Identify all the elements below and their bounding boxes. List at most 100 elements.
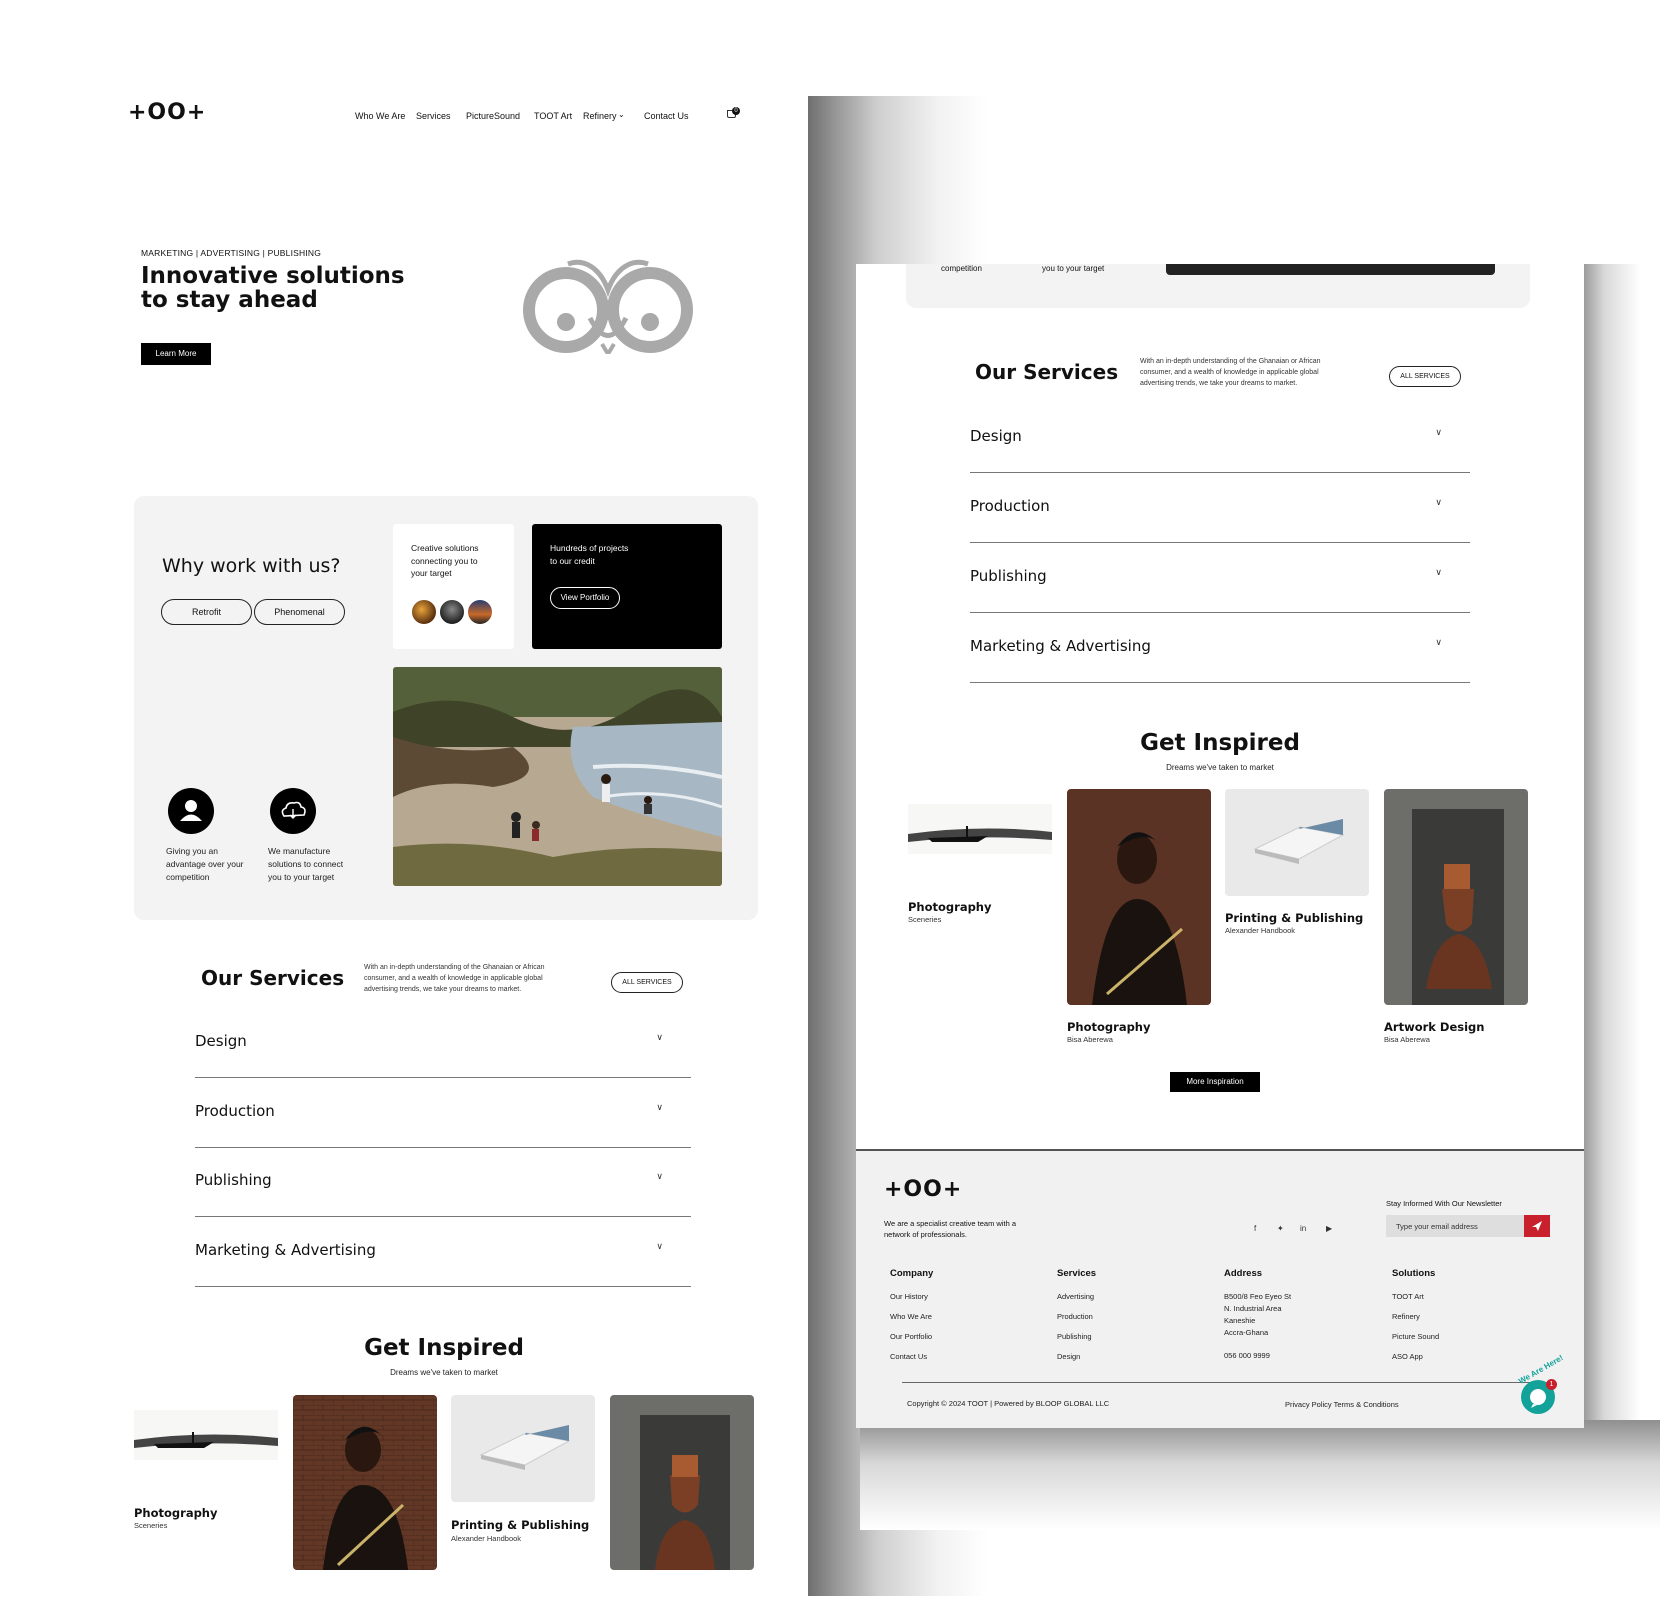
tile-printing-publishing[interactable] bbox=[451, 1395, 595, 1502]
inspired-title: Get Inspired bbox=[364, 1335, 524, 1361]
nav-contact-us[interactable]: Contact Us bbox=[644, 111, 689, 121]
footer-divider bbox=[902, 1382, 1546, 1383]
footer-link[interactable]: Refinery bbox=[1392, 1312, 1420, 1321]
snippet-text-left: competition bbox=[941, 264, 982, 273]
avatar bbox=[438, 598, 466, 626]
linkedin-icon[interactable]: in bbox=[1300, 1224, 1306, 1233]
footer-link[interactable]: ASO App bbox=[1392, 1352, 1423, 1361]
tile-photography-landscape[interactable] bbox=[908, 804, 1052, 854]
address-line: N. Industrial Area bbox=[1224, 1304, 1282, 1313]
tile-photography-portrait[interactable] bbox=[293, 1395, 437, 1570]
accordion-label: Publishing bbox=[195, 1171, 272, 1189]
nav-picturesound[interactable]: PictureSound bbox=[466, 111, 520, 121]
chat-count-badge: 1 bbox=[1546, 1379, 1557, 1390]
address-line: B500/8 Feo Eyeo St bbox=[1224, 1292, 1292, 1301]
service-accordion-design[interactable]: Design ∨ bbox=[195, 1008, 691, 1078]
legal-links[interactable]: Privacy Policy Terms & Conditions bbox=[1285, 1400, 1399, 1409]
view-portfolio-button[interactable]: View Portfolio bbox=[550, 587, 620, 609]
service-accordion-marketing[interactable]: Marketing & Advertising ∨ bbox=[970, 613, 1470, 683]
services-description: With an in-depth understanding of the Gh… bbox=[364, 964, 545, 993]
footer-link[interactable]: Publishing bbox=[1057, 1332, 1092, 1341]
tile-photography-portrait[interactable] bbox=[1067, 789, 1211, 1005]
homepage-bottom: competition you to your target Our Servi… bbox=[856, 264, 1584, 1428]
tile-title: Printing & Publishing bbox=[1225, 911, 1364, 925]
tile-title: Artwork Design bbox=[1384, 1020, 1485, 1034]
hero-eyebrow: MARKETING | ADVERTISING | PUBLISHING bbox=[141, 248, 322, 258]
service-accordion-publishing[interactable]: Publishing ∨ bbox=[970, 543, 1470, 613]
footer-link[interactable]: Picture Sound bbox=[1392, 1332, 1439, 1341]
inspired-subtitle: Dreams we've taken to market bbox=[390, 1368, 498, 1377]
hero-title: Innovative solutions to stay ahead bbox=[141, 264, 405, 312]
youtube-icon[interactable]: ▶ bbox=[1326, 1224, 1332, 1233]
tile-artwork-design[interactable] bbox=[1384, 789, 1528, 1005]
service-accordion-production[interactable]: Production ∨ bbox=[970, 473, 1470, 543]
nav-who-we-are[interactable]: Who We Are bbox=[355, 111, 405, 121]
cloud-icon bbox=[281, 801, 306, 819]
accordion-label: Marketing & Advertising bbox=[195, 1241, 376, 1259]
footer-link[interactable]: TOOT Art bbox=[1392, 1292, 1424, 1301]
snippet-photo bbox=[1166, 264, 1495, 275]
hero-logo-graphic bbox=[523, 259, 693, 354]
tile-artwork-design[interactable] bbox=[610, 1395, 754, 1570]
chevron-down-icon: ∨ bbox=[656, 1102, 663, 1112]
cart-count-badge: 0 bbox=[732, 107, 740, 115]
newsletter-email-field[interactable]: Type your email address bbox=[1386, 1215, 1524, 1237]
tile-title: Photography bbox=[908, 900, 992, 914]
avatar bbox=[410, 598, 438, 626]
brand-logo[interactable]: +OO+ bbox=[128, 100, 206, 125]
footer-col-services-title: Services bbox=[1057, 1268, 1097, 1279]
accordion-label: Production bbox=[195, 1102, 275, 1120]
user-icon bbox=[180, 800, 202, 821]
phone-number[interactable]: 056 000 9999 bbox=[1224, 1351, 1270, 1360]
feature-manufacture-text: We manufacture solutions to connect you to… bbox=[268, 846, 344, 882]
chevron-down-icon: ∨ bbox=[656, 1241, 663, 1251]
nav-services[interactable]: Services bbox=[416, 111, 451, 121]
all-services-button[interactable]: ALL SERVICES bbox=[611, 972, 683, 993]
chevron-down-icon: ∨ bbox=[1435, 567, 1442, 577]
footer-tagline: We are a specialist creative team with a… bbox=[884, 1219, 1017, 1239]
newsletter-placeholder: Type your email address bbox=[1396, 1222, 1478, 1231]
footer-link[interactable]: Contact Us bbox=[890, 1352, 927, 1361]
chevron-down-icon: ∨ bbox=[656, 1032, 663, 1042]
feature-user-badge bbox=[168, 788, 214, 834]
service-accordion-publishing[interactable]: Publishing ∨ bbox=[195, 1147, 691, 1217]
creative-solutions-text: Creative solutions connecting you to your … bbox=[411, 543, 479, 578]
tile-subtitle: Alexander Handbook bbox=[451, 1534, 522, 1543]
newsletter-submit-button[interactable] bbox=[1524, 1215, 1550, 1237]
facebook-icon[interactable]: f bbox=[1254, 1224, 1256, 1233]
footer-link[interactable]: Our Portfolio bbox=[890, 1332, 932, 1341]
tile-title: Photography bbox=[1067, 1020, 1151, 1034]
projects-card: Hundreds of projects to our credit View P… bbox=[532, 524, 722, 649]
tile-photography-landscape[interactable] bbox=[134, 1410, 278, 1460]
all-services-button[interactable]: ALL SERVICES bbox=[1389, 366, 1461, 387]
service-accordion-design[interactable]: Design ∨ bbox=[970, 403, 1470, 473]
footer-link[interactable]: Our History bbox=[890, 1292, 928, 1301]
footer-link[interactable]: Advertising bbox=[1057, 1292, 1094, 1301]
nav-toot-art[interactable]: TOOT Art bbox=[534, 111, 572, 121]
services-title: Our Services bbox=[975, 360, 1119, 384]
newsletter-label: Stay Informed With Our Newsletter bbox=[1386, 1199, 1502, 1208]
copyright: Copyright © 2024 TOOT | Powered by BLOOP… bbox=[907, 1399, 1110, 1408]
accordion-label: Publishing bbox=[970, 567, 1047, 585]
nav-refinery[interactable]: Refinery bbox=[583, 111, 617, 121]
twitter-icon[interactable]: ✦ bbox=[1277, 1224, 1284, 1233]
accordion-label: Design bbox=[970, 427, 1022, 445]
chevron-down-icon: ∨ bbox=[656, 1171, 663, 1181]
accordion-label: Design bbox=[195, 1032, 247, 1050]
footer-link[interactable]: Who We Are bbox=[890, 1312, 932, 1321]
tile-printing-publishing[interactable] bbox=[1225, 789, 1369, 896]
tile-subtitle: Sceneries bbox=[134, 1521, 168, 1530]
tile-title: Printing & Publishing bbox=[451, 1518, 590, 1532]
footer-link[interactable]: Design bbox=[1057, 1352, 1080, 1361]
service-accordion-marketing[interactable]: Marketing & Advertising ∨ bbox=[195, 1217, 691, 1287]
retrofit-pill[interactable]: Retrofit bbox=[161, 599, 252, 625]
why-title: Why work with us? bbox=[162, 555, 341, 577]
learn-more-button[interactable]: Learn More bbox=[141, 343, 211, 365]
footer-link[interactable]: Production bbox=[1057, 1312, 1093, 1321]
more-inspiration-button[interactable]: More Inspiration bbox=[1170, 1072, 1260, 1092]
phenomenal-pill[interactable]: Phenomenal bbox=[254, 599, 345, 625]
service-accordion-production[interactable]: Production ∨ bbox=[195, 1078, 691, 1148]
inspired-title: Get Inspired bbox=[1140, 730, 1300, 756]
beach-photo bbox=[393, 667, 722, 886]
footer-logo[interactable]: +OO+ bbox=[884, 1177, 962, 1202]
